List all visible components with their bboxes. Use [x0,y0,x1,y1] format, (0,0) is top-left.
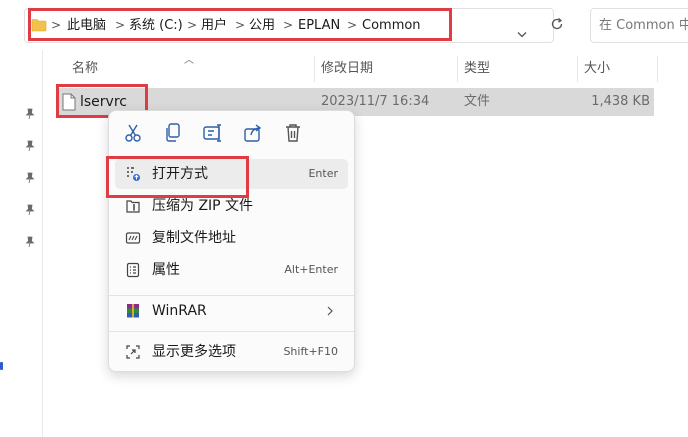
sort-ascending-icon: ︿ [184,55,194,66]
pin-icon[interactable] [24,108,36,120]
menu-item-label: 显示更多选项 [152,344,236,360]
rename-icon[interactable] [201,121,225,145]
breadcrumb-common[interactable]: Common [362,9,421,42]
folder-icon [31,19,47,32]
menu-item-shortcut: Alt+Enter [284,263,338,276]
breadcrumb-separator: > [347,18,358,32]
menu-item-properties[interactable]: 属性 Alt+Enter [115,255,348,285]
winrar-icon [127,304,139,318]
address-bar[interactable]: > 此电脑 > 系统 (C:) > 用户 > 公用 > EPLAN > Comm… [24,8,554,43]
menu-item-label: 压缩为 ZIP 文件 [152,198,254,214]
breadcrumb-public[interactable]: 公用 [249,9,275,42]
copy-icon[interactable] [161,121,185,145]
pin-icon[interactable] [24,140,36,152]
file-size: 1,438 KB [591,94,650,109]
menu-item-shortcut: Enter [308,167,338,180]
copy-path-icon [125,232,141,244]
column-divider[interactable] [314,56,315,82]
chevron-right-icon [327,306,333,316]
breadcrumb-users[interactable]: 用户 [201,9,227,42]
breadcrumb-separator: > [283,18,294,32]
pin-icon[interactable] [24,236,36,248]
menu-item-label: 属性 [152,262,180,278]
open-with-icon [127,167,140,181]
column-divider[interactable] [657,56,658,82]
column-header-size[interactable]: 大小 [584,54,610,84]
cut-icon[interactable] [121,121,145,145]
navigation-pane [0,50,43,437]
column-header-type[interactable]: 类型 [464,54,490,84]
search-box[interactable]: 在 Common 中搜 [590,8,688,43]
pin-icon[interactable] [24,204,36,216]
properties-icon [126,262,140,278]
breadcrumb-separator: > [187,18,198,32]
menu-item-shortcut: Shift+F10 [283,345,338,358]
column-divider[interactable] [577,56,578,82]
menu-item-compress-zip[interactable]: 压缩为 ZIP 文件 [115,191,348,221]
column-header-name[interactable]: 名称 [72,54,98,84]
history-dropdown-icon[interactable] [516,18,528,51]
menu-item-label: WinRAR [152,303,207,319]
menu-item-label: 复制文件地址 [152,230,236,246]
file-type: 文件 [464,94,491,109]
menu-divider [109,331,354,332]
context-menu: 打开方式 Enter 压缩为 ZIP 文件 复制文件地址 属性 Alt+Ente… [108,110,355,372]
nav-indicator [0,362,3,370]
breadcrumb-drive-c[interactable]: 系统 (C:) [129,9,183,42]
breadcrumb-separator: > [235,18,246,32]
pin-icon[interactable] [24,172,36,184]
delete-icon[interactable] [281,121,305,145]
column-divider[interactable] [457,56,458,82]
zip-icon [126,200,140,213]
breadcrumb-eplan[interactable]: EPLAN [298,9,340,42]
file-icon [62,93,76,111]
breadcrumb-separator: > [51,18,62,32]
column-header-modified[interactable]: 修改日期 [321,54,373,84]
menu-item-show-more-options[interactable]: 显示更多选项 Shift+F10 [115,337,348,367]
share-icon[interactable] [241,121,265,145]
more-options-icon [126,345,140,359]
menu-item-winrar[interactable]: WinRAR [115,296,348,326]
menu-item-label: 打开方式 [152,166,208,182]
breadcrumb-this-pc[interactable]: 此电脑 [67,9,106,42]
breadcrumb-separator: > [115,18,126,32]
menu-item-copy-path[interactable]: 复制文件地址 [115,223,348,253]
search-input[interactable]: 在 Common 中搜 [599,9,688,42]
refresh-icon[interactable] [550,17,564,31]
menu-item-open-with[interactable]: 打开方式 Enter [115,159,348,189]
